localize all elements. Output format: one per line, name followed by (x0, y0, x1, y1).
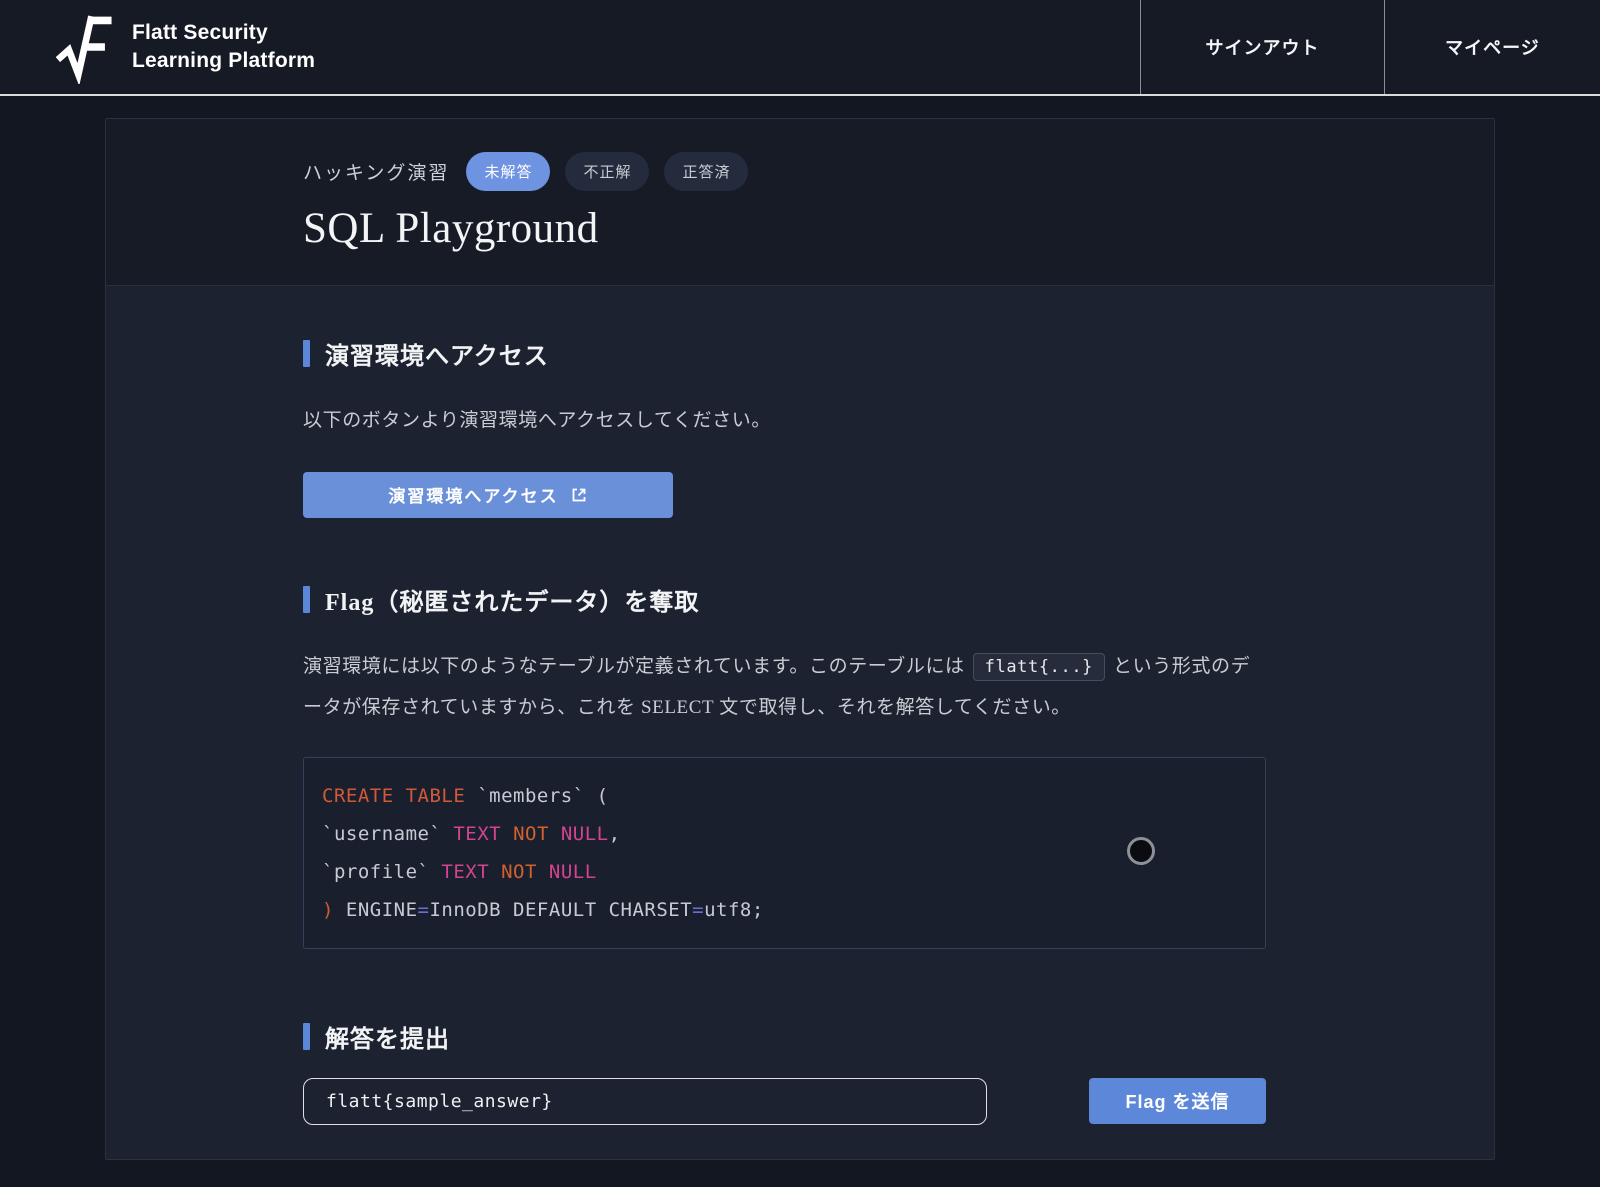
sql-code: CREATE TABLE `members` (`username` TEXT … (322, 777, 1247, 929)
code-line: `username` TEXT NOT NULL, (322, 815, 1247, 853)
access-heading-text: 演習環境へアクセス (325, 336, 549, 371)
challenge-card-header: ハッキング演習 未解答 不正解 正答済 SQL Playground (106, 119, 1494, 286)
access-description: 以下のボタンより演習環境へアクセスしてください。 (303, 401, 1255, 442)
flag-submit-button[interactable]: Flag を送信 (1089, 1078, 1266, 1124)
status-badge-correct: 正答済 (664, 152, 748, 191)
heading-bar-icon (303, 340, 310, 367)
page-title: SQL Playground (303, 204, 1494, 253)
brand-line2: Learning Platform (132, 47, 315, 75)
access-environment-button[interactable]: 演習環境へアクセス (303, 472, 673, 518)
section-access: 演習環境へアクセス 以下のボタンより演習環境へアクセスしてください。 演習環境へ… (303, 336, 1494, 518)
flag-heading-text: Flag（秘匿されたデータ）を奪取 (325, 582, 699, 617)
badge-row: ハッキング演習 未解答 不正解 正答済 (303, 152, 1494, 191)
category-label: ハッキング演習 (303, 158, 449, 185)
code-line: `profile` TEXT NOT NULL (322, 853, 1247, 891)
status-badge-unanswered: 未解答 (466, 152, 550, 191)
flag-format-inline-code: flatt{...} (973, 653, 1105, 681)
challenge-card-body: 演習環境へアクセス 以下のボタンより演習環境へアクセスしてください。 演習環境へ… (106, 286, 1494, 1125)
flatt-logo-icon (56, 10, 114, 84)
access-button-label: 演習環境へアクセス (388, 482, 558, 507)
flag-description: 演習環境には以下のようなテーブルが定義されています。このテーブルには flatt{… (303, 647, 1255, 729)
heading-bar-icon (303, 1023, 310, 1050)
header-spacer (315, 0, 1140, 94)
status-badge-incorrect: 不正解 (565, 152, 649, 191)
brand-text: Flatt Security Learning Platform (132, 19, 315, 74)
section-flag: Flag（秘匿されたデータ）を奪取 演習環境には以下のようなテーブルが定義されて… (303, 582, 1494, 949)
flag-heading: Flag（秘匿されたデータ）を奪取 (303, 582, 1494, 617)
code-line: CREATE TABLE `members` ( (322, 777, 1247, 815)
sql-schema-code-block: CREATE TABLE `members` (`username` TEXT … (303, 757, 1266, 949)
nav-signout[interactable]: サインアウト (1140, 0, 1384, 94)
submit-heading: 解答を提出 (303, 1019, 1494, 1054)
answer-input[interactable] (303, 1078, 987, 1125)
nav-mypage[interactable]: マイページ (1384, 0, 1600, 94)
section-submit: 解答を提出 Flag を送信 (303, 1019, 1494, 1125)
site-header: Flatt Security Learning Platform サインアウト … (0, 0, 1600, 96)
submit-heading-text: 解答を提出 (325, 1019, 450, 1054)
access-heading: 演習環境へアクセス (303, 336, 1494, 371)
external-link-icon (570, 486, 588, 504)
brand[interactable]: Flatt Security Learning Platform (0, 0, 315, 94)
brand-line1: Flatt Security (132, 19, 315, 47)
submit-row: Flag を送信 (303, 1078, 1494, 1125)
code-line: ) ENGINE=InnoDB DEFAULT CHARSET=utf8; (322, 891, 1247, 929)
challenge-card: ハッキング演習 未解答 不正解 正答済 SQL Playground 演習環境へ… (105, 118, 1495, 1160)
flag-desc-part1: 演習環境には以下のようなテーブルが定義されています。このテーブルには (303, 656, 965, 677)
heading-bar-icon (303, 586, 310, 613)
loading-spinner-ring-icon (1127, 837, 1155, 865)
